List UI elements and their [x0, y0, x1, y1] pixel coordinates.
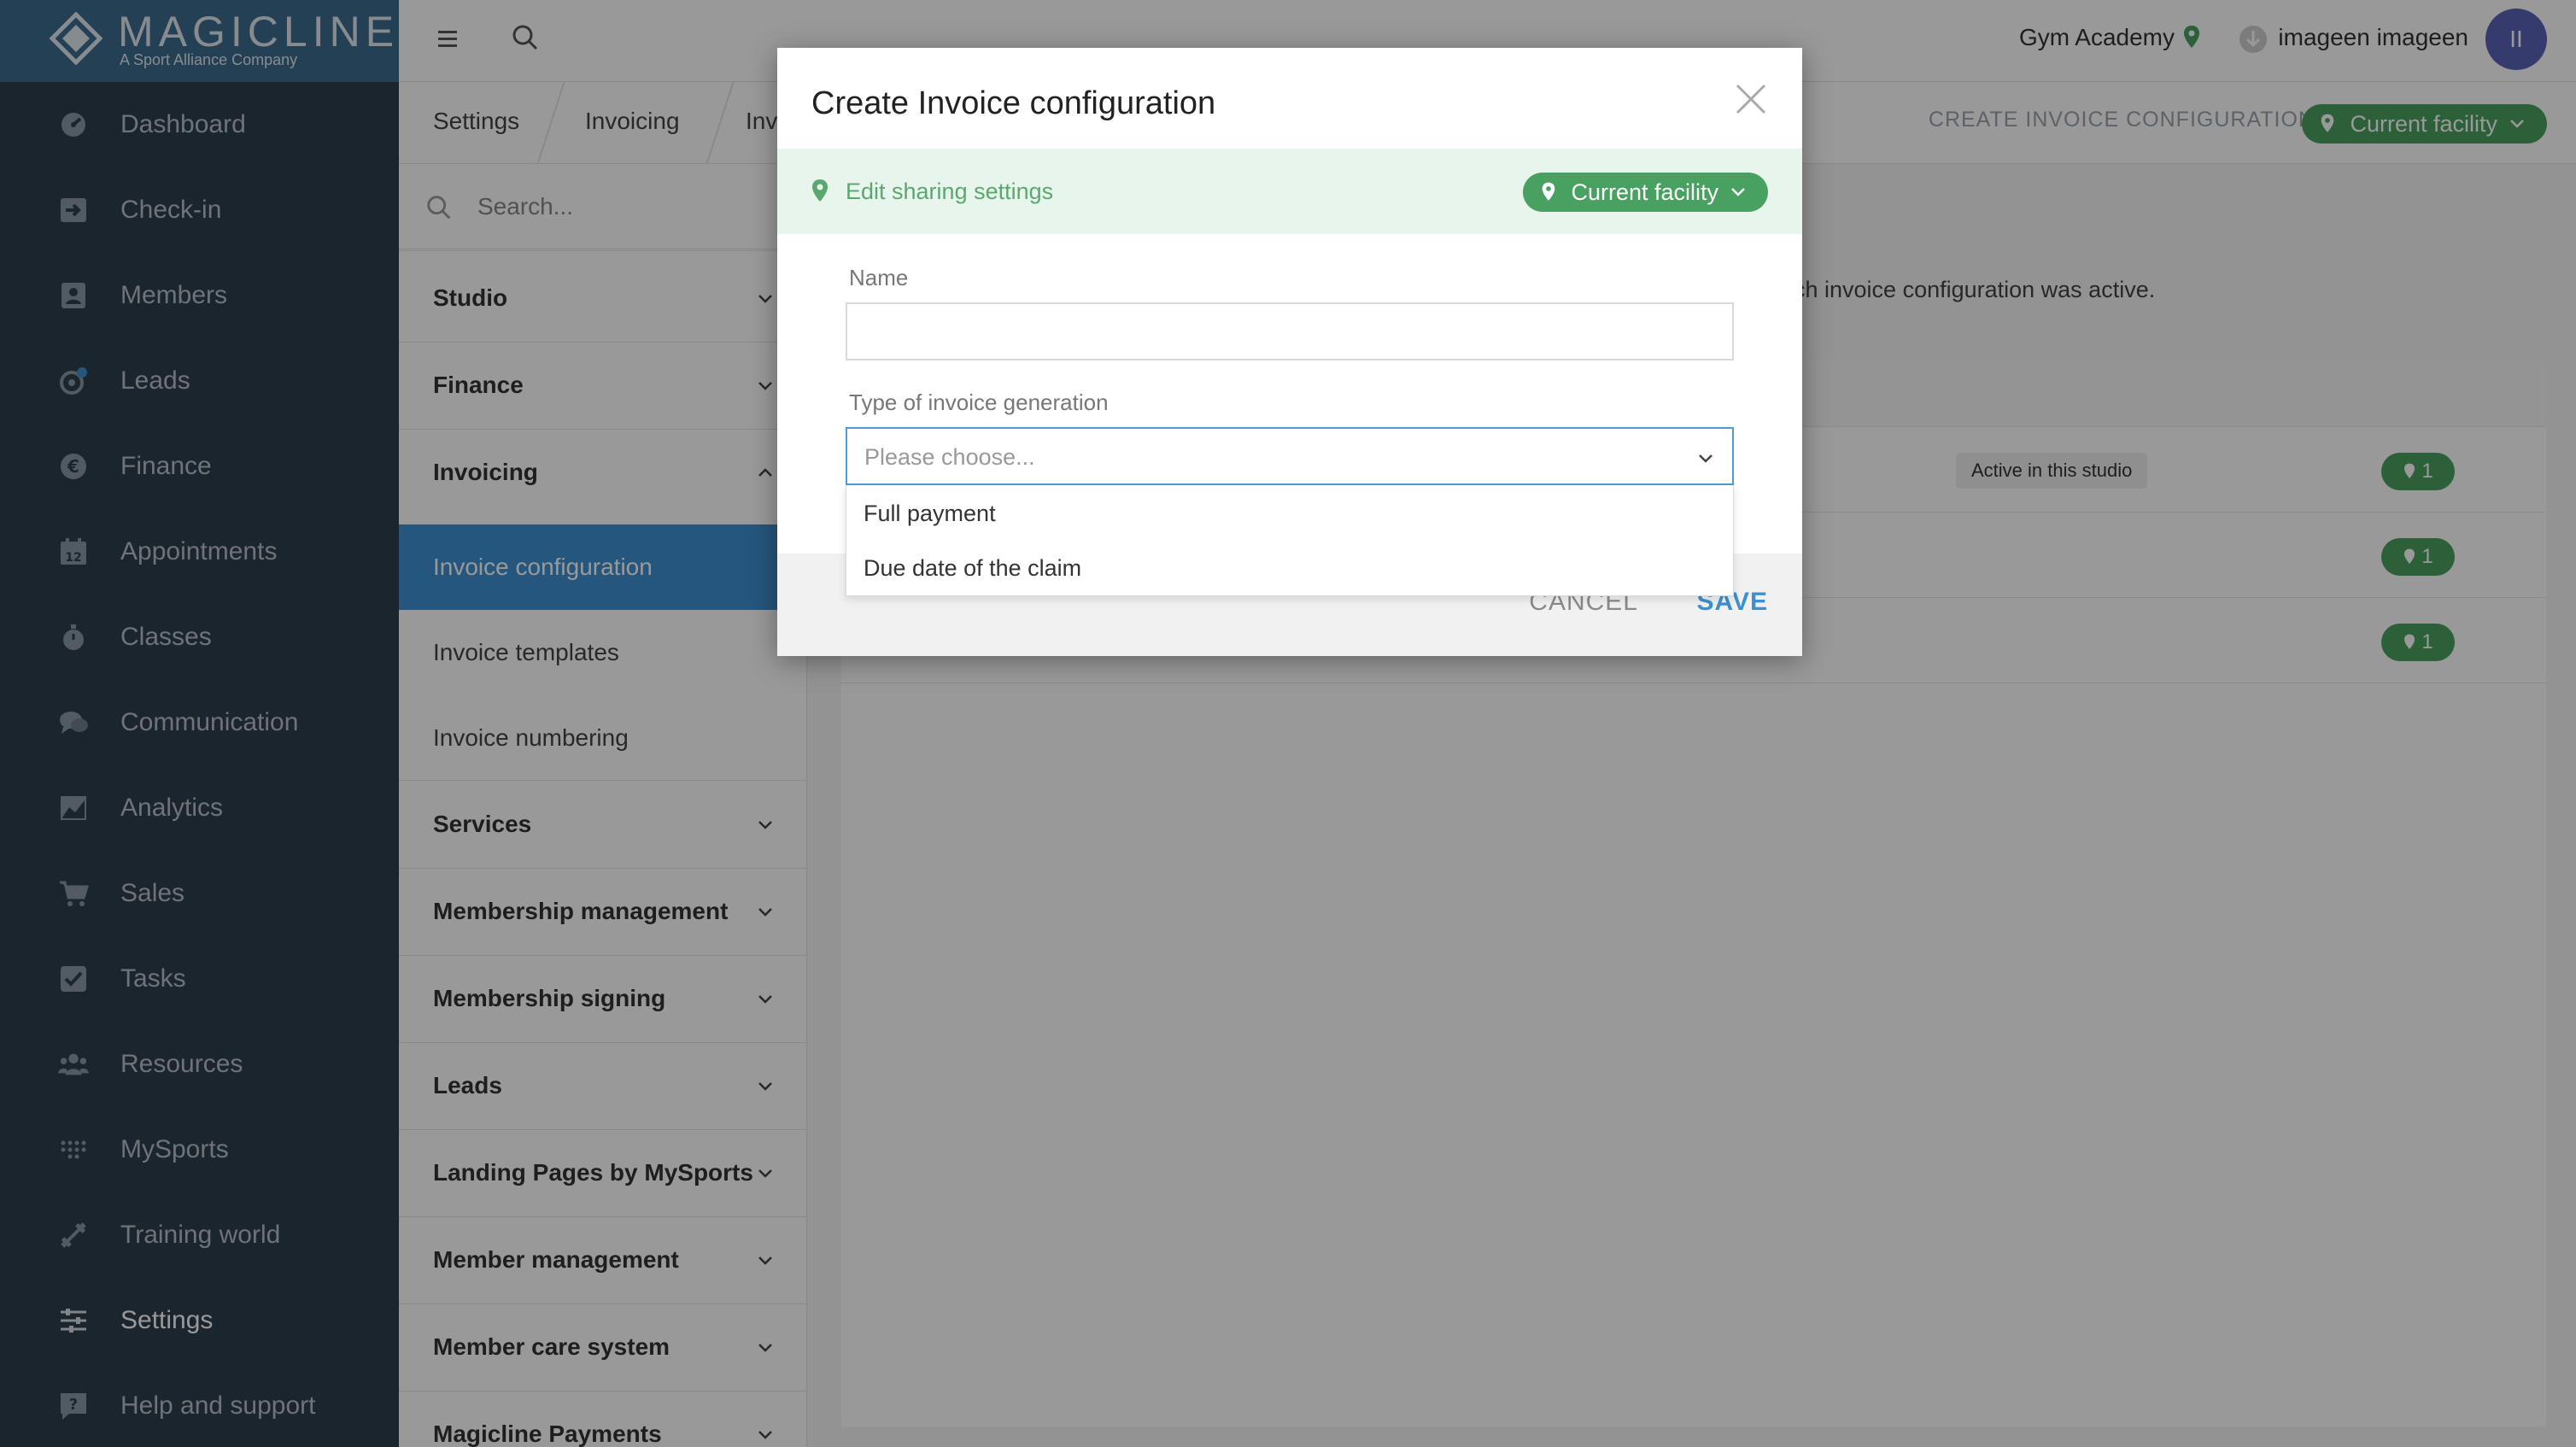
- location-pin-icon: [1543, 182, 1555, 201]
- name-label: Name: [849, 265, 909, 290]
- invoice-generation-type-options: Full payment Due date of the claim: [846, 485, 1734, 596]
- sharing-settings-bar: Edit sharing settings Current facility: [777, 149, 1802, 234]
- chevron-down-icon: [1699, 454, 1712, 463]
- invoice-generation-type-select[interactable]: Please choose...: [846, 427, 1734, 485]
- option-full-payment[interactable]: Full payment: [846, 487, 1735, 542]
- location-pin-icon: [812, 179, 828, 202]
- chevron-down-icon: [1731, 188, 1745, 196]
- create-invoice-configuration-dialog: Create Invoice configuration Edit sharin…: [777, 48, 1802, 656]
- dialog-title: Create Invoice configuration: [811, 85, 1216, 121]
- invoice-generation-type-label: Type of invoice generation: [849, 390, 1109, 415]
- edit-sharing-settings-link[interactable]: Edit sharing settings: [846, 179, 1053, 205]
- close-icon[interactable]: [1732, 80, 1770, 118]
- option-label: Full payment: [864, 501, 996, 526]
- option-label: Due date of the claim: [864, 555, 1082, 581]
- select-placeholder: Please choose...: [864, 444, 1035, 470]
- name-field[interactable]: [846, 302, 1734, 360]
- sharing-scope-selector[interactable]: Current facility: [1523, 173, 1768, 212]
- option-due-date-of-the-claim[interactable]: Due date of the claim: [846, 542, 1735, 596]
- sharing-scope-label: Current facility: [1571, 179, 1718, 205]
